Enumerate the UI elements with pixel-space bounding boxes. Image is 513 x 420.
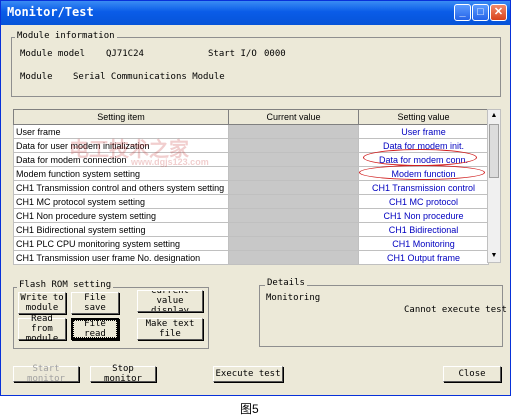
header-current-value: Current value xyxy=(228,109,359,125)
details-status: Monitoring xyxy=(266,293,321,303)
header-setting-item: Setting item xyxy=(13,109,229,125)
highlight-ellipse xyxy=(363,149,477,166)
current-value-cell xyxy=(228,222,359,237)
flash-rom-label: Flash ROM setting xyxy=(17,280,114,290)
title-bar[interactable]: Monitor/Test _ □ ✕ xyxy=(1,1,510,25)
setting-value-button[interactable]: CH1 Output frame xyxy=(358,250,489,265)
current-value-cell xyxy=(228,194,359,209)
current-value-cell xyxy=(228,208,359,223)
make-text-file-button[interactable]: Make text file xyxy=(137,318,203,340)
current-value-cell xyxy=(228,138,359,153)
scroll-down-icon[interactable]: ▼ xyxy=(488,250,500,262)
header-setting-value: Setting value xyxy=(358,109,489,125)
table-row[interactable]: CH1 Transmission control and others syst… xyxy=(13,180,489,195)
start-io-label: Start I/O xyxy=(208,49,257,59)
setting-item-cell: CH1 Bidirectional system setting xyxy=(13,222,229,237)
file-save-button[interactable]: File save xyxy=(71,292,119,314)
monitor-test-window: Monitor/Test _ □ ✕ Module information Mo… xyxy=(0,0,511,396)
setting-item-cell: CH1 Transmission control and others syst… xyxy=(13,180,229,195)
start-monitor-button[interactable]: Start monitor xyxy=(13,364,79,384)
stop-monitor-button[interactable]: Stop monitor xyxy=(90,364,156,384)
table-row[interactable]: CH1 Non procedure system setting CH1 Non … xyxy=(13,208,489,223)
setting-value-button[interactable]: CH1 Bidirectional xyxy=(358,222,489,237)
setting-item-cell: CH1 PLC CPU monitoring system setting xyxy=(13,236,229,251)
module-value: Serial Communications Module xyxy=(73,72,225,82)
table-header-row: Setting item Current value Setting value xyxy=(13,109,489,125)
start-io-value: 0000 xyxy=(264,49,286,59)
read-from-module-button[interactable]: Read from module xyxy=(18,314,66,344)
execute-test-button[interactable]: Execute test xyxy=(213,366,283,382)
watermark-url: www.dgjs123.com xyxy=(131,157,209,167)
setting-item-cell: Modem function system setting xyxy=(13,166,229,181)
current-value-display-button[interactable]: Current value display xyxy=(137,290,203,312)
setting-value-button[interactable]: CH1 Transmission control xyxy=(358,180,489,195)
scroll-thumb[interactable] xyxy=(489,124,499,178)
table-row[interactable]: CH1 MC protocol system setting CH1 MC pro… xyxy=(13,194,489,209)
setting-value-button[interactable]: CH1 MC protocol xyxy=(358,194,489,209)
write-to-module-button[interactable]: Write to module xyxy=(18,292,66,314)
details-message: Cannot execute test xyxy=(404,305,507,315)
module-model-label: Module model xyxy=(20,49,86,59)
highlight-ellipse xyxy=(359,165,485,180)
table-scrollbar[interactable]: ▲ ▼ xyxy=(487,109,501,263)
file-read-button[interactable]: File read xyxy=(71,318,119,340)
setting-item-cell: CH1 MC protocol system setting xyxy=(13,194,229,209)
module-model-value: QJ71C24 xyxy=(106,49,144,59)
minimize-button[interactable]: _ xyxy=(454,4,471,21)
current-value-cell xyxy=(228,152,359,167)
details-label: Details xyxy=(265,278,307,288)
module-info-label: Module information xyxy=(15,31,117,41)
table-row[interactable]: CH1 Transmission user frame No. designat… xyxy=(13,250,489,265)
setting-value-button[interactable]: CH1 Non procedure xyxy=(358,208,489,223)
table-row[interactable]: CH1 PLC CPU monitoring system setting CH1… xyxy=(13,236,489,251)
table-row[interactable]: CH1 Bidirectional system setting CH1 Bidi… xyxy=(13,222,489,237)
current-value-cell xyxy=(228,236,359,251)
window-title: Monitor/Test xyxy=(7,5,94,19)
current-value-cell xyxy=(228,250,359,265)
module-label: Module xyxy=(20,72,53,82)
module-info-group xyxy=(11,37,501,97)
figure-caption: 图5 xyxy=(240,402,259,416)
setting-value-button[interactable]: User frame xyxy=(358,124,489,139)
close-button[interactable]: Close xyxy=(443,366,501,382)
setting-item-cell: CH1 Transmission user frame No. designat… xyxy=(13,250,229,265)
setting-value-button[interactable]: CH1 Monitoring xyxy=(358,236,489,251)
current-value-cell xyxy=(228,124,359,139)
current-value-cell xyxy=(228,180,359,195)
current-value-cell xyxy=(228,166,359,181)
close-window-button[interactable]: ✕ xyxy=(490,4,507,21)
setting-item-cell: CH1 Non procedure system setting xyxy=(13,208,229,223)
scroll-up-icon[interactable]: ▲ xyxy=(488,110,500,122)
maximize-button[interactable]: □ xyxy=(472,4,489,21)
